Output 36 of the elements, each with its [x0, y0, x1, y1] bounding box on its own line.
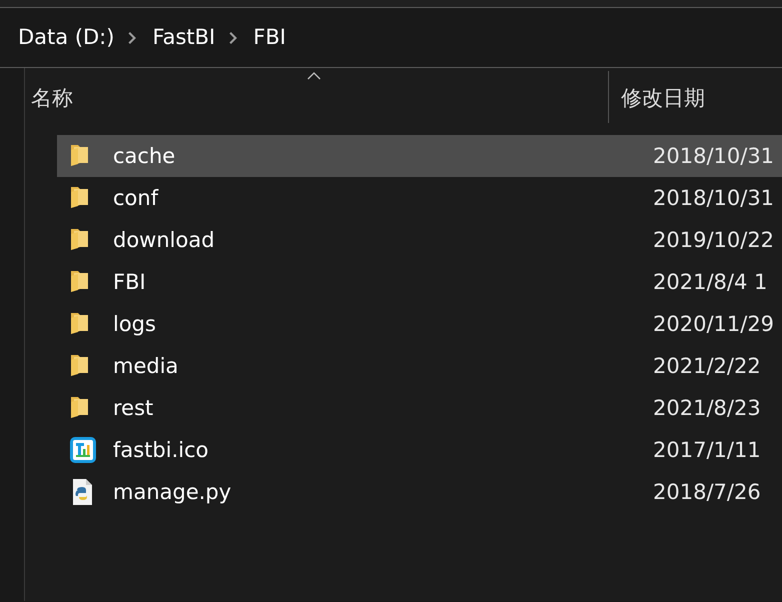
- date-cell-text: 2021/8/23: [652, 394, 761, 422]
- file-name: download: [113, 226, 215, 254]
- date-cell-text: 2021/2/22: [652, 352, 761, 380]
- file-row[interactable]: cache 2018/10/31: [57, 135, 782, 178]
- file-row[interactable]: conf 2018/10/31: [57, 177, 782, 220]
- file-name: FBI: [113, 268, 146, 296]
- date-cell-text: 2018/10/31: [652, 184, 774, 212]
- chevron-icon: [229, 30, 240, 44]
- file-name: conf: [113, 184, 158, 212]
- file-row[interactable]: download 2019/10/22: [57, 219, 782, 262]
- date-cell-text: 2020/11/29: [652, 310, 774, 338]
- sort-caret-icon: [307, 72, 321, 80]
- column-header[interactable]: 修改日期: [608, 71, 705, 123]
- file-name: manage.py: [113, 478, 232, 506]
- date-cell-text: 2018/10/31: [652, 142, 774, 170]
- date-cell-text: 2019/10/22: [652, 226, 774, 254]
- file-name: rest: [113, 394, 154, 422]
- app-icon: [69, 436, 97, 464]
- file-row[interactable]: media 2021/2/22: [57, 345, 782, 388]
- date-cell-text: 2017/1/11: [652, 436, 761, 464]
- file-row[interactable]: logs 2020/11/29: [57, 303, 782, 346]
- breadcrumb-item[interactable]: FastBI: [152, 22, 216, 54]
- breadcrumb-item[interactable]: Data (D:): [18, 22, 114, 54]
- file-name: media: [113, 352, 178, 380]
- chevron-icon: [128, 30, 138, 44]
- date-cell-text: 2018/7/26: [652, 478, 761, 506]
- file-name: logs: [113, 310, 156, 338]
- file-row[interactable]: fastbi.ico 2017/1/11: [57, 429, 782, 472]
- file-row[interactable]: rest 2021/8/23: [57, 387, 782, 430]
- file-row[interactable]: manage.py 2018/7/26: [57, 471, 782, 514]
- column-header[interactable]: 名称: [25, 71, 608, 130]
- file-row[interactable]: FBI 2021/8/4 1: [57, 261, 782, 304]
- breadcrumb-item[interactable]: FBI: [253, 22, 286, 54]
- file-name: fastbi.ico: [113, 436, 209, 464]
- file-name: cache: [113, 142, 176, 170]
- date-cell-text: 2021/8/4 1: [652, 268, 768, 296]
